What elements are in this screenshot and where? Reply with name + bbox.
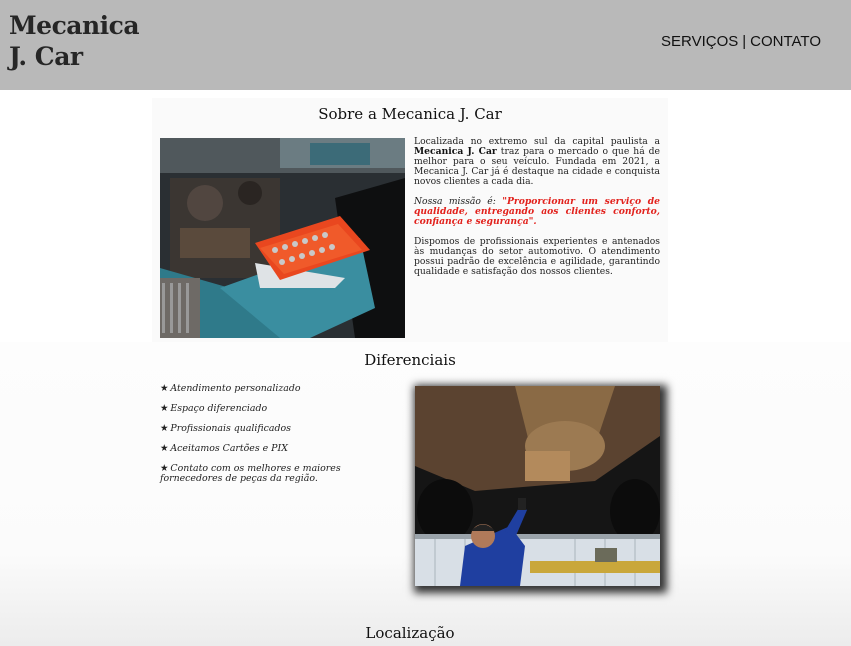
logo[interactable]: Mecanica J. Car — [9, 10, 140, 72]
list-item-label: Atendimento personalizado — [170, 383, 301, 394]
site-header: Mecanica J. Car SERVIÇOS | CONTATO — [0, 0, 851, 90]
star-icon: ★ — [160, 423, 169, 434]
sobre-paragraph-1: Localizada no extremo sul da capital pau… — [414, 137, 660, 187]
main-nav: SERVIÇOS | CONTATO — [661, 33, 821, 50]
star-icon: ★ — [160, 383, 169, 394]
logo-line-1: Mecanica — [9, 11, 140, 40]
nav-link-servicos[interactable]: SERVIÇOS — [661, 33, 738, 50]
list-item: ★ Aceitamos Cartões e PIX — [160, 444, 406, 454]
mechanic-under-car-image — [415, 386, 660, 586]
star-icon: ★ — [160, 443, 169, 454]
list-item: ★ Espaço diferenciado — [160, 404, 406, 414]
sobre-section: Sobre a Mecanica J. Car Localizada no ex… — [152, 98, 668, 342]
sobre-paragraph-missao: Nossa missão é: "Proporcionar um serviço… — [414, 197, 660, 227]
list-item-label: Profissionais qualificados — [170, 423, 291, 434]
engine-tools-image — [160, 138, 405, 338]
sobre-text: Localizada no extremo sul da capital pau… — [414, 137, 660, 287]
list-item: ★ Contato com os melhores e maiores forne… — [160, 464, 406, 484]
localizacao-title: Localização — [365, 624, 455, 642]
list-item: ★ Profissionais qualificados — [160, 424, 406, 434]
diferenciais-section: Diferenciais ★ Atendimento personalizado … — [0, 342, 851, 646]
diferenciais-list: ★ Atendimento personalizado ★ Espaço difer… — [160, 384, 406, 494]
engine-tools-illustration — [160, 138, 405, 338]
nav-separator: | — [742, 33, 747, 50]
nav-link-contato[interactable]: CONTATO — [750, 33, 821, 50]
sobre-paragraph-3: Dispomos de profissionais experientes e … — [414, 236, 660, 277]
list-item-label: Espaço diferenciado — [170, 403, 268, 414]
logo-line-2: J. Car — [9, 42, 83, 71]
list-item-label: Contato com os melhores e maiores fornec… — [160, 463, 341, 484]
list-item: ★ Atendimento personalizado — [160, 384, 406, 394]
diferenciais-title: Diferenciais — [364, 351, 456, 369]
mechanic-under-car-illustration — [415, 386, 660, 586]
list-item-label: Aceitamos Cartões e PIX — [170, 443, 288, 454]
star-icon: ★ — [160, 403, 169, 414]
sobre-title: Sobre a Mecanica J. Car — [318, 105, 502, 123]
